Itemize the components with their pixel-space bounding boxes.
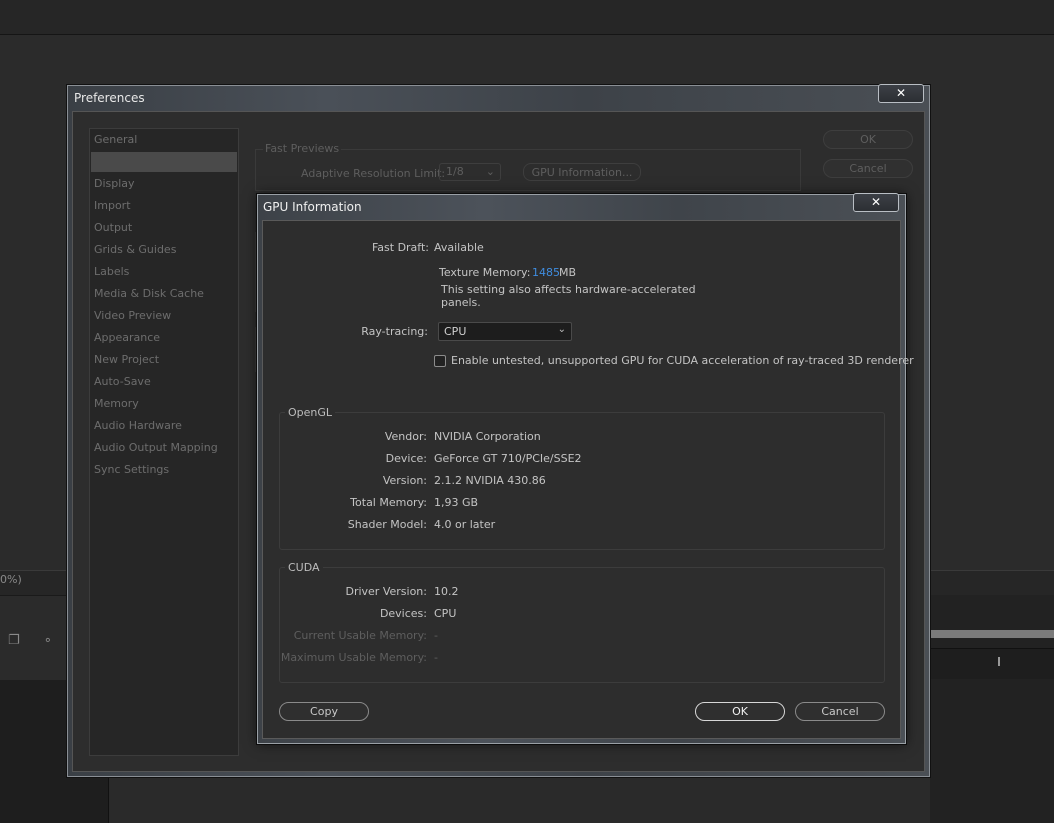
cuda-devices-value: CPU [434,607,457,620]
gpu-information-button[interactable]: GPU Information... [523,163,641,181]
fast-previews-label: Fast Previews [263,142,342,155]
cancel-button[interactable]: Cancel [795,702,885,721]
gpu-information-dialog: GPU Information ✕ Fast Draft: Available … [257,193,914,744]
category-sync-settings[interactable]: Sync Settings [94,463,169,476]
opengl-total-memory-value: 1,93 GB [434,496,479,509]
adaptive-resolution-select[interactable]: 1/8 ⌄ [439,163,501,181]
category-memory[interactable]: Memory [94,397,139,410]
opengl-vendor-value: NVIDIA Corporation [434,430,541,443]
ray-tracing-label: Ray-tracing: [361,325,428,338]
category-labels[interactable]: Labels [94,265,129,278]
category-grids-guides[interactable]: Grids & Guides [94,243,176,256]
category-output[interactable]: Output [94,221,132,234]
gpu-information-title: GPU Information [263,200,362,214]
opengl-group-label: OpenGL [285,406,336,419]
opengl-version-value: 2.1.2 NVIDIA 430.86 [434,474,546,487]
cuda-untested-gpu-checkbox[interactable] [434,355,446,367]
preferences-category-list: General Display Import Output Grids & Gu… [89,128,239,756]
category-audio-hardware[interactable]: Audio Hardware [94,419,182,432]
zoom-level-text[interactable]: 0%) [0,573,22,586]
cuda-driver-version-value: 10.2 [434,585,459,598]
adaptive-resolution-value: 1/8 [446,165,464,178]
ray-tracing-select[interactable]: CPU ⌄ [438,322,572,341]
category-auto-save[interactable]: Auto-Save [94,375,151,388]
copy-button[interactable]: Copy [279,702,369,721]
cuda-driver-version-label: Driver Version: [345,585,427,598]
fast-draft-label: Fast Draft: [371,241,429,254]
opengl-device-label: Device: [385,452,427,465]
cuda-group-label: CUDA [285,561,323,574]
texture-memory-note-cont: panels. [441,296,481,309]
selected-category-highlight[interactable] [91,152,237,172]
opengl-shader-model-label: Shader Model: [347,518,427,531]
opengl-device-value: GeForce GT 710/PCIe/SSE2 [434,452,582,465]
texture-memory-note: This setting also affects hardware-accel… [441,283,696,296]
preferences-ok-button[interactable]: OK [823,130,913,149]
texture-memory-value[interactable]: 1485 [532,266,560,279]
panel-icons[interactable]: ❐ ∘ [8,633,62,648]
cuda-untested-gpu-label[interactable]: Enable untested, unsupported GPU for CUD… [451,354,914,367]
category-media-disk-cache[interactable]: Media & Disk Cache [94,287,204,300]
fast-draft-value: Available [434,241,484,254]
opengl-vendor-label: Vendor: [384,430,427,443]
opengl-version-label: Version: [382,474,427,487]
chevron-down-icon: ⌄ [557,324,566,335]
ray-tracing-value: CPU [444,325,467,338]
app-toolbar-strip-right [930,570,1054,596]
category-general[interactable]: General [94,133,137,146]
app-top-bar [0,0,1054,35]
cuda-devices-label: Devices: [379,607,427,620]
app-timeline-ruler [930,630,1054,638]
category-appearance[interactable]: Appearance [94,331,160,344]
playhead-marker[interactable] [998,657,1000,666]
ok-button[interactable]: OK [695,702,785,721]
cuda-maximum-usable-memory-label: Maximum Usable Memory: [280,651,427,664]
texture-memory-unit: MB [559,266,577,279]
category-new-project[interactable]: New Project [94,353,159,366]
gpu-information-body: Fast Draft: Available Texture Memory: 14… [262,220,914,739]
preferences-close-button[interactable]: ✕ [878,84,924,103]
gpu-dialog-close-button[interactable]: ✕ [853,193,899,212]
adaptive-resolution-label: Adaptive Resolution Limit: [301,167,446,180]
cuda-current-usable-memory-value: - [434,629,438,642]
opengl-total-memory-label: Total Memory: [350,496,427,509]
category-audio-output-mapping[interactable]: Audio Output Mapping [94,441,218,454]
category-video-preview[interactable]: Video Preview [94,309,171,322]
category-display[interactable]: Display [94,177,135,190]
category-import[interactable]: Import [94,199,131,212]
preferences-cancel-button[interactable]: Cancel [823,159,913,178]
close-icon: ✕ [870,195,882,209]
preferences-title: Preferences [74,91,145,105]
texture-memory-label: Texture Memory: [439,266,531,279]
cuda-maximum-usable-memory-value: - [434,651,438,664]
opengl-shader-model-value: 4.0 or later [434,518,496,531]
close-icon: ✕ [895,86,907,100]
app-timeline-track [930,648,1054,679]
cuda-current-usable-memory-label: Current Usable Memory: [293,629,427,642]
chevron-down-icon: ⌄ [485,165,495,178]
app-timeline-area [108,776,1054,823]
